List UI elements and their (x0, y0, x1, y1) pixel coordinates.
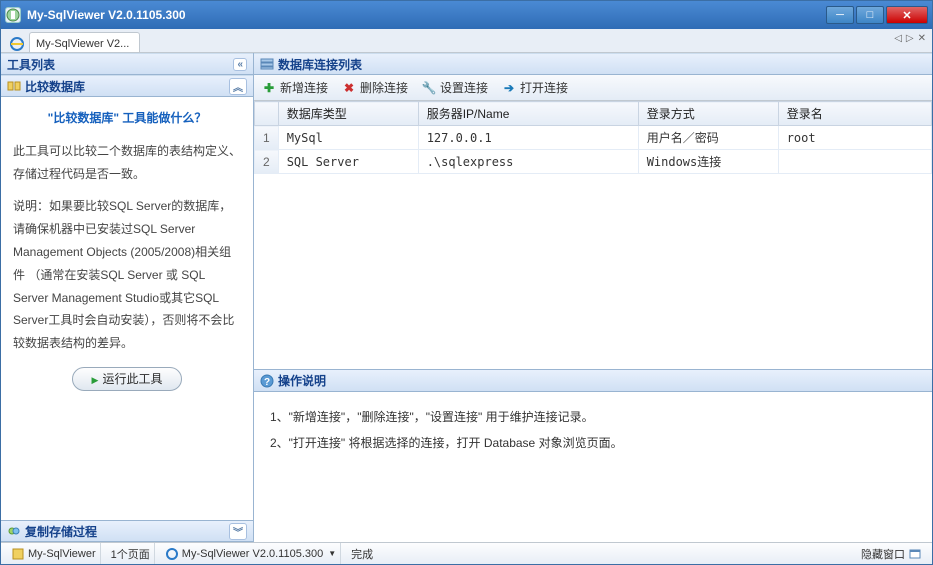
compare-db-title: 比较数据库 (25, 78, 85, 95)
cell-dbtype: MySql (278, 126, 418, 150)
set-label: 设置连接 (440, 79, 488, 96)
wrench-icon: 🔧 (422, 81, 436, 95)
table-header-row: 数据库类型 服务器IP/Name 登录方式 登录名 (255, 102, 932, 126)
connection-grid[interactable]: 数据库类型 服务器IP/Name 登录方式 登录名 1 MySql 127.0.… (254, 101, 932, 369)
tab-main[interactable]: My-SqlViewer V2... (29, 32, 140, 52)
main-area: 工具列表 « 比较数据库 ︽ "比较数据库" 工具能做什么？ 此工具可以比较二个… (1, 53, 932, 542)
compare-para1: 此工具可以比较二个数据库的表结构定义、存储过程代码是否一致。 (13, 140, 241, 186)
cell-user: root (778, 126, 931, 150)
window-icon (908, 547, 922, 561)
db-list-icon (260, 57, 274, 71)
status-done: 完成 (347, 543, 377, 564)
dropdown-icon[interactable]: ▼ (328, 549, 336, 558)
x-icon: ✖ (342, 81, 356, 95)
tools-list-title: 工具列表 (7, 56, 55, 73)
copy-sproc-icon (7, 524, 21, 538)
app-icon (5, 7, 21, 23)
arrow-right-icon: ➔ (502, 81, 516, 95)
tab-bar: My-SqlViewer V2... ◁ ▷ ✕ (1, 29, 932, 53)
connection-toolbar: ✚ 新增连接 ✖ 删除连接 🔧 设置连接 ➔ 打开连接 (254, 75, 932, 101)
svg-text:?: ? (264, 377, 270, 388)
cell-rownum: 2 (255, 150, 279, 174)
col-dbtype[interactable]: 数据库类型 (278, 102, 418, 126)
copy-sproc-title: 复制存储过程 (25, 523, 97, 540)
tools-list-header[interactable]: 工具列表 « (1, 53, 253, 75)
cell-server: 127.0.0.1 (418, 126, 638, 150)
cell-dbtype: SQL Server (278, 150, 418, 174)
status-pages[interactable]: 1个页面 (107, 543, 155, 564)
instructions-panel: ? 操作说明 1、"新增连接"，"删除连接"，"设置连接" 用于维护连接记录。 … (254, 369, 932, 542)
cell-server: .\sqlexpress (418, 150, 638, 174)
compare-question: "比较数据库" 工具能做什么？ (13, 107, 241, 130)
table-row[interactable]: 2 SQL Server .\sqlexpress Windows连接 (255, 150, 932, 174)
run-tool-button[interactable]: 运行此工具 (72, 367, 182, 391)
window-title: My-SqlViewer V2.0.1105.300 (27, 8, 824, 22)
add-label: 新增连接 (280, 79, 328, 96)
connection-list-header: 数据库连接列表 (254, 53, 932, 75)
tab-next-icon[interactable]: ▷ (906, 33, 914, 44)
cell-login: 用户名／密码 (638, 126, 778, 150)
tab-prev-icon[interactable]: ◁ (894, 33, 902, 44)
add-connection-button[interactable]: ✚ 新增连接 (262, 79, 328, 96)
compare-icon (7, 79, 21, 93)
config-connection-button[interactable]: 🔧 设置连接 (422, 79, 488, 96)
close-button[interactable]: ✕ (886, 6, 928, 24)
table-row[interactable]: 1 MySql 127.0.0.1 用户名／密码 root (255, 126, 932, 150)
status-app[interactable]: My-SqlViewer (7, 543, 101, 564)
col-login[interactable]: 登录方式 (638, 102, 778, 126)
connection-list-title: 数据库连接列表 (278, 56, 362, 73)
del-label: 删除连接 (360, 79, 408, 96)
instructions-body: 1、"新增连接"，"删除连接"，"设置连接" 用于维护连接记录。 2、"打开连接… (254, 392, 932, 542)
tab-close-icon[interactable]: ✕ (918, 33, 926, 44)
ie-icon (9, 36, 25, 52)
sidebar: 工具列表 « 比较数据库 ︽ "比较数据库" 工具能做什么？ 此工具可以比较二个… (1, 53, 254, 542)
chevron-down-icon[interactable]: ︾ (229, 523, 247, 540)
status-path-label: My-SqlViewer V2.0.1105.300 (182, 548, 323, 560)
app-status-icon (11, 547, 25, 561)
delete-connection-button[interactable]: ✖ 删除连接 (342, 79, 408, 96)
col-server[interactable]: 服务器IP/Name (418, 102, 638, 126)
instructions-header[interactable]: ? 操作说明 (254, 370, 932, 392)
status-app-label: My-SqlViewer (28, 548, 96, 560)
tab-label: My-SqlViewer V2... (36, 38, 129, 50)
instruction-line-1: 1、"新增连接"，"删除连接"，"设置连接" 用于维护连接记录。 (270, 404, 916, 430)
open-label: 打开连接 (520, 79, 568, 96)
status-hide[interactable]: 隐藏窗口 (857, 543, 926, 564)
open-connection-button[interactable]: ➔ 打开连接 (502, 79, 568, 96)
app-window: My-SqlViewer V2.0.1105.300 ─ □ ✕ My-SqlV… (0, 0, 933, 565)
status-done-label: 完成 (351, 546, 373, 562)
cell-user (778, 150, 931, 174)
status-path[interactable]: My-SqlViewer V2.0.1105.300 ▼ (161, 543, 341, 564)
title-bar[interactable]: My-SqlViewer V2.0.1105.300 ─ □ ✕ (1, 1, 932, 29)
connection-table: 数据库类型 服务器IP/Name 登录方式 登录名 1 MySql 127.0.… (254, 101, 932, 174)
status-pages-label: 1个页面 (111, 546, 150, 562)
plus-icon: ✚ (262, 81, 276, 95)
cell-login: Windows连接 (638, 150, 778, 174)
chevron-left-icon[interactable]: « (233, 58, 247, 71)
col-rownum[interactable] (255, 102, 279, 126)
copy-sproc-header[interactable]: 复制存储过程 ︾ (1, 520, 253, 542)
chevron-up-icon[interactable]: ︽ (229, 78, 247, 95)
instructions-title: 操作说明 (278, 372, 326, 389)
cell-rownum: 1 (255, 126, 279, 150)
instruction-line-2: 2、"打开连接" 将根据选择的连接，打开 Database 对象浏览页面。 (270, 430, 916, 456)
tab-controls: ◁ ▷ ✕ (894, 33, 926, 44)
status-hide-label: 隐藏窗口 (861, 546, 905, 562)
status-bar: My-SqlViewer 1个页面 My-SqlViewer V2.0.1105… (1, 542, 932, 564)
right-column: 数据库连接列表 ✚ 新增连接 ✖ 删除连接 🔧 设置连接 ➔ 打开连接 (254, 53, 932, 542)
sidebar-body: "比较数据库" 工具能做什么？ 此工具可以比较二个数据库的表结构定义、存储过程代… (1, 97, 253, 520)
window-controls: ─ □ ✕ (824, 6, 928, 24)
ie-status-icon (165, 547, 179, 561)
help-icon: ? (260, 374, 274, 388)
maximize-button[interactable]: □ (856, 6, 884, 24)
compare-para2: 说明：如果要比较SQL Server的数据库，请确保机器中已安装过SQL Ser… (13, 195, 241, 355)
compare-db-header[interactable]: 比较数据库 ︽ (1, 75, 253, 97)
minimize-button[interactable]: ─ (826, 6, 854, 24)
col-user[interactable]: 登录名 (778, 102, 931, 126)
